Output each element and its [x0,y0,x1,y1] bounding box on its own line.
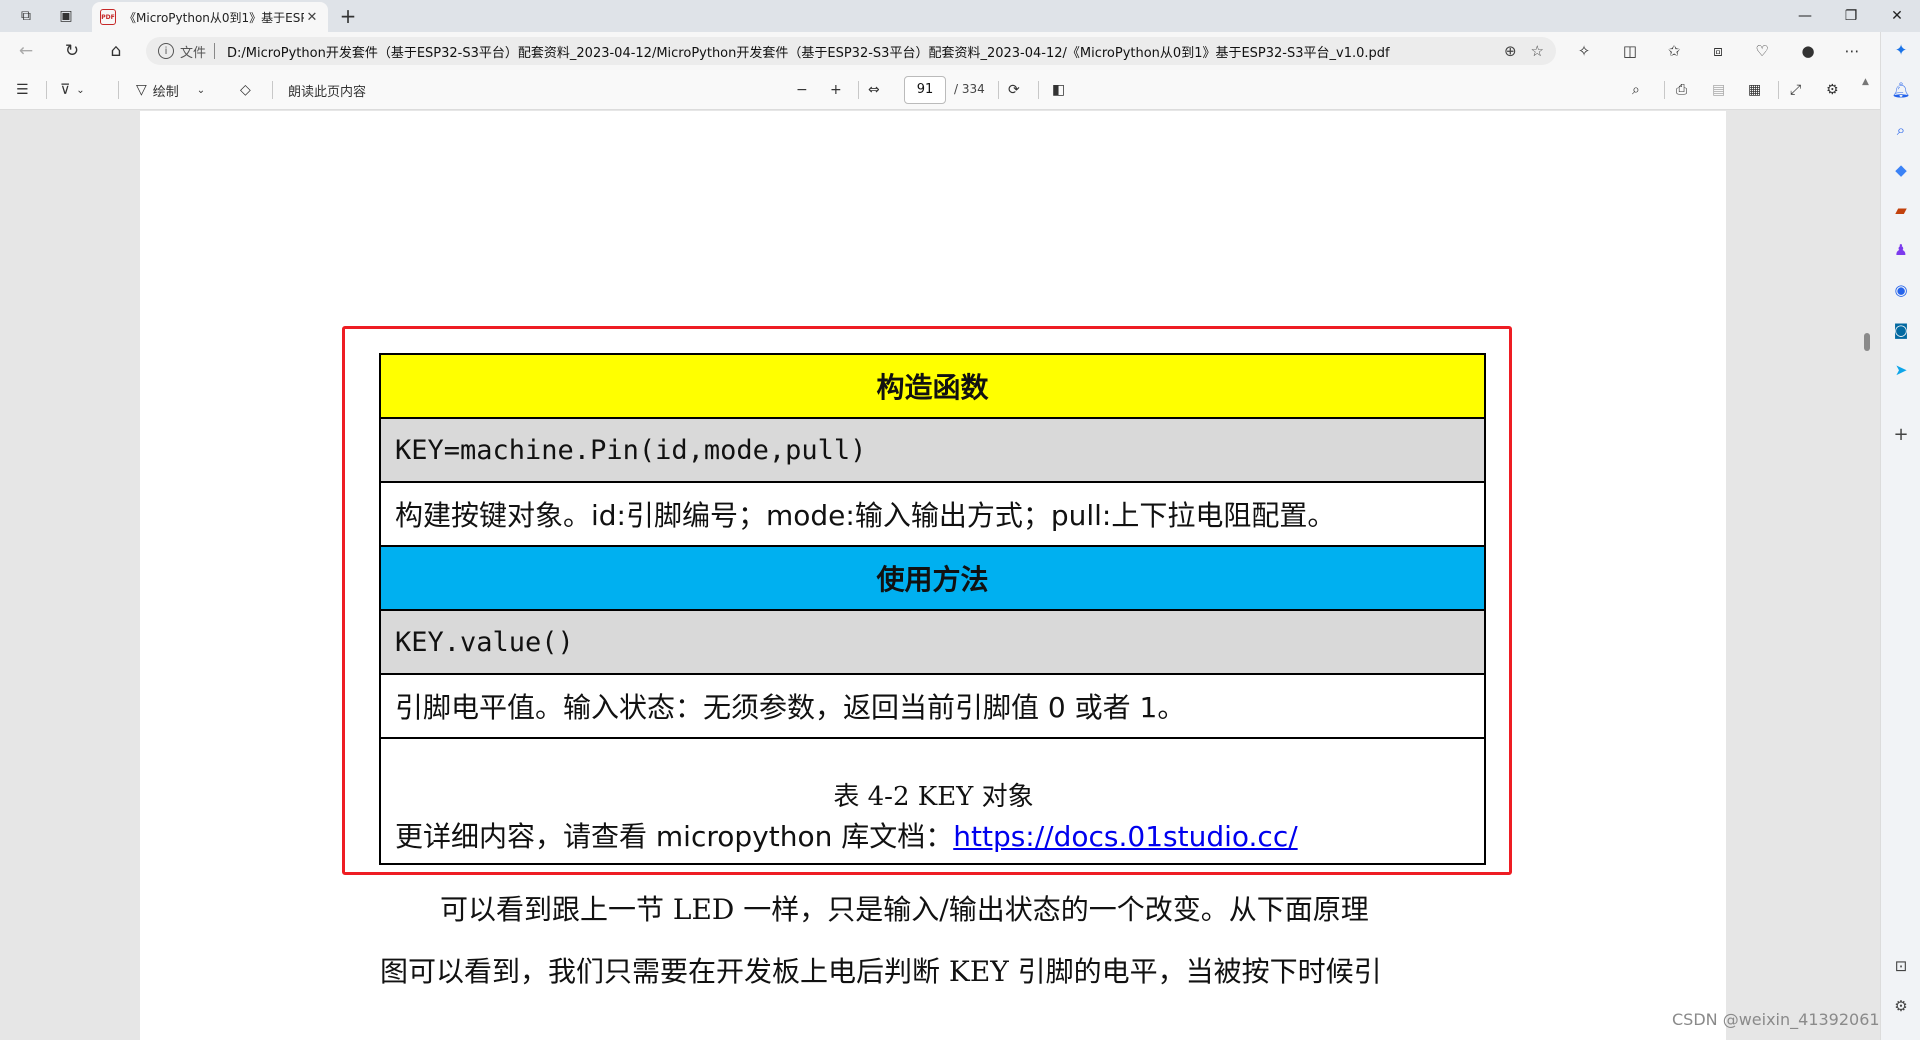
constructor-header: 构造函数 [379,353,1486,419]
address-bar: ← ↻ ⌂ i 文件 D:/MicroPython开发套件（基于ESP32-S3… [0,32,1920,70]
draw-button[interactable]: ▽ 绘制 ⌄ [136,79,205,101]
csdn-watermark: CSDN @weixin_41392061 [1672,1010,1880,1029]
zoom-in-icon[interactable]: + [830,79,842,101]
collections-icon[interactable]: ⧈ [1706,39,1730,63]
shopping-tag-icon[interactable]: ◆ [1889,158,1913,182]
paragraph-line: 可以看到跟上一节 LED 一样，只是输入/输出状态的一个改变。从下面原理 [440,893,1369,926]
table-caption: 表 4-2 KEY 对象 [833,782,1034,812]
profile-icon[interactable]: ● [1796,39,1820,63]
pdf-viewport[interactable]: 构造函数 KEY=machine.Pin(id,mode,pull) 构建按键对… [0,111,1880,1040]
constructor-code: KEY=machine.Pin(id,mode,pull) [379,417,1486,483]
table-row: KEY.value() [379,609,1486,675]
toolbar-divider [1778,81,1779,99]
chevron-down-icon: ⌄ [76,84,85,96]
page-total: / 334 [954,82,985,96]
toolbar-divider [272,81,273,99]
page-view-icon[interactable]: ◧ [1052,79,1065,101]
search-icon[interactable]: ⌕ [1889,118,1913,142]
method-description: 引脚电平值。输入状态：无须参数，返回当前引脚值 0 或者 1。 [379,673,1486,739]
toolbar-divider [1664,81,1665,99]
extensions-icon[interactable]: ✧ [1572,39,1596,63]
workspaces-icon[interactable]: ⧉ [14,4,38,28]
home-button[interactable]: ⌂ [104,39,128,63]
browser-essentials-icon[interactable]: ♡ [1750,39,1774,63]
favorites-icon[interactable]: ✩ [1662,39,1686,63]
tab-close-icon[interactable]: ✕ [304,10,320,25]
send-plane-icon[interactable]: ➤ [1889,358,1913,382]
tab-title: 《MicroPython从0到1》基于ESP [124,10,304,25]
close-window-button[interactable]: ✕ [1874,0,1920,32]
table-row: 引脚电平值。输入状态：无须参数，返回当前引脚值 0 或者 1。 [379,673,1486,739]
edge-sidebar: ✦ 🔔︎ ⌕ ◆ ▰ ♟ ◉ ◙ ➤ + ⊡ ⚙ [1880,32,1920,1040]
highlighter-icon: ⊽ [60,82,71,98]
toolbar-divider [998,81,999,99]
new-tab-button[interactable]: + [336,4,360,28]
games-icon[interactable]: ♟ [1889,238,1913,262]
save-icon[interactable]: ▤ [1712,79,1725,101]
scroll-up-arrow-icon[interactable]: ▲ [1862,77,1869,87]
microsoft-365-icon[interactable]: ◉ [1889,278,1913,302]
back-button[interactable]: ← [14,39,38,63]
rotate-icon[interactable]: ⟳ [1008,79,1020,101]
tab-actions-icon[interactable]: ▣ [54,4,78,28]
toolbar-divider [118,81,119,99]
table-row: 构造函数 [379,353,1486,419]
highlight-button[interactable]: ⊽ ⌄ [60,79,85,101]
chevron-down-icon: ⌄ [196,84,206,96]
table-row: 构建按键对象。id:引脚编号；mode:输入输出方式；pull:上下拉电阻配置。 [379,481,1486,547]
zoom-icon[interactable]: ⊕ [1504,42,1517,60]
hide-sidebar-icon[interactable]: ⊡ [1889,954,1913,978]
method-code: KEY.value() [379,609,1486,675]
more-menu-icon[interactable]: ⋯ [1840,39,1864,63]
restore-button[interactable]: ❐ [1828,0,1874,32]
tab-pdf-document[interactable]: PDF 《MicroPython从0到1》基于ESP ✕ [92,2,328,32]
minimize-button[interactable]: — [1782,0,1828,32]
site-info-icon[interactable]: i [158,43,174,59]
vertical-scrollbar-thumb[interactable] [1864,333,1870,351]
draw-pen-icon: ▽ [136,82,147,98]
pdf-file-icon: PDF [100,9,116,25]
read-aloud-label: 朗读此页内容 [288,84,367,100]
methods-header: 使用方法 [379,545,1486,611]
add-sidebar-app-icon[interactable]: + [1889,422,1913,446]
table-row: 使用方法 [379,545,1486,611]
eraser-icon[interactable]: ◇ [240,79,251,101]
pdf-page: 构造函数 KEY=machine.Pin(id,mode,pull) 构建按键对… [140,111,1726,1040]
settings-gear-icon[interactable]: ⚙ [1826,79,1839,101]
docs-link[interactable]: https://docs.01studio.cc/ [953,820,1297,853]
more-info-text: 更详细内容，请查看 micropython 库文档： [395,820,954,853]
pdf-toolbar: ☰ ⊽ ⌄ ▽ 绘制 ⌄ ◇ 朗读此页内容 − + ⇔ 91 / 334 ⟳ ◧… [0,70,1880,110]
draw-label: 绘制 [152,84,179,100]
contents-icon[interactable]: ☰ [16,79,29,101]
url-box[interactable]: i 文件 D:/MicroPython开发套件（基于ESP32-S3平台）配套资… [146,37,1556,65]
fullscreen-icon[interactable]: ⤢ [1790,79,1801,101]
toolbar-divider [858,81,859,99]
zoom-out-icon[interactable]: − [796,79,808,101]
constructor-description: 构建按键对象。id:引脚编号；mode:输入输出方式；pull:上下拉电阻配置。 [379,481,1486,547]
sidebar-settings-icon[interactable]: ⚙ [1889,994,1913,1018]
tools-briefcase-icon[interactable]: ▰ [1889,198,1913,222]
url-text[interactable]: D:/MicroPython开发套件（基于ESP32-S3平台）配套资料_202… [227,42,1504,61]
split-screen-icon[interactable]: ◫ [1618,39,1642,63]
outlook-icon[interactable]: ◙ [1889,318,1913,342]
url-actions: ⊕ ☆ [1504,42,1544,60]
tab-strip: ⧉ ▣ PDF 《MicroPython从0到1》基于ESP ✕ + — ❐ ✕ [0,0,1920,32]
copilot-icon[interactable]: ✦ [1889,38,1913,62]
fit-width-icon[interactable]: ⇔ [868,79,880,101]
paragraph-line: 图可以看到，我们只需要在开发板上电后判断 KEY 引脚的电平，当被按下时候引 [380,955,1382,988]
favorite-star-icon[interactable]: ☆ [1531,42,1544,60]
url-divider [214,43,216,59]
page-number-input[interactable]: 91 [904,76,946,104]
notification-bell-icon[interactable]: 🔔︎ [1889,78,1913,102]
toolbar-divider [1038,81,1039,99]
url-scheme-label: 文件 [180,45,207,61]
refresh-button[interactable]: ↻ [60,39,84,63]
toolbar-divider [46,81,47,99]
print-icon[interactable]: ⎙ [1676,79,1687,101]
read-aloud-button[interactable]: 朗读此页内容 [288,79,366,101]
find-icon[interactable]: ⌕ [1632,79,1640,101]
save-as-icon[interactable]: ▦ [1748,79,1761,101]
table-row: KEY=machine.Pin(id,mode,pull) [379,417,1486,483]
